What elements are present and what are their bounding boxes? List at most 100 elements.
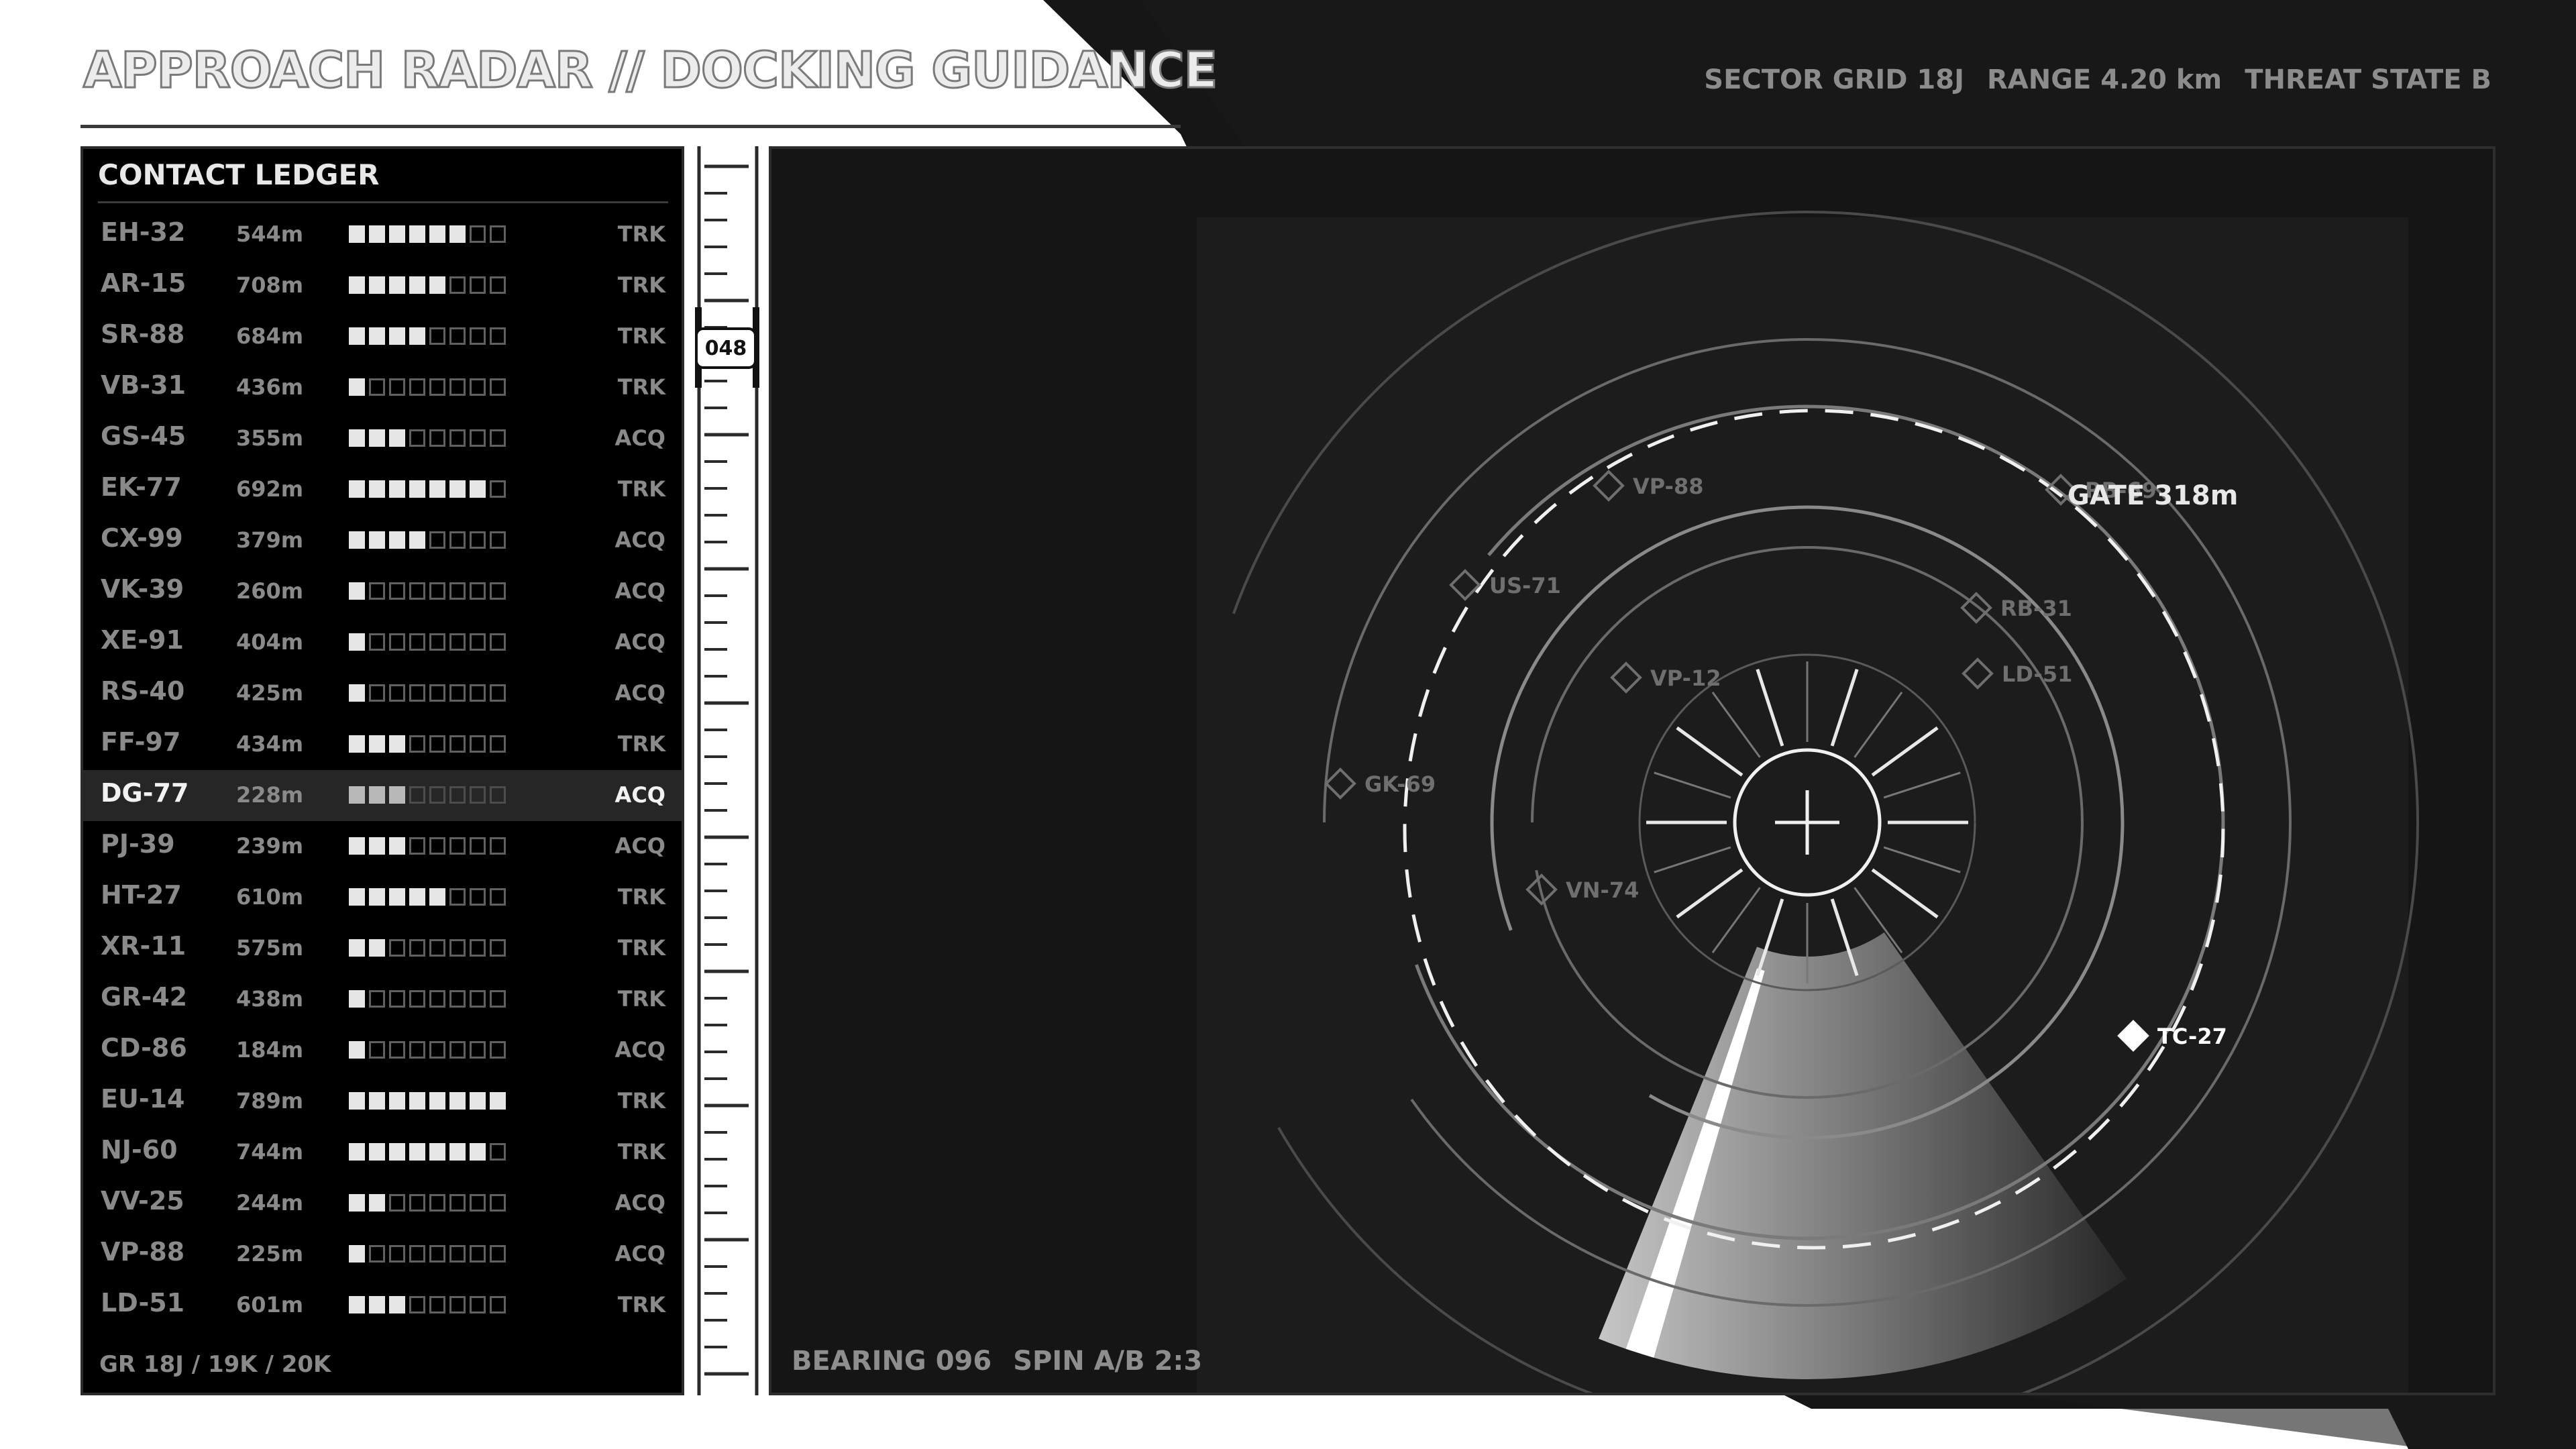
signal-cell [389, 888, 405, 906]
signal-cell [470, 837, 486, 855]
contact-row[interactable]: PJ-39 239m ACQ [83, 821, 682, 872]
contact-range: 228m [236, 782, 304, 808]
contact-row[interactable]: RS-40 425m ACQ [83, 668, 682, 719]
radar-scope[interactable]: VP-88 RB-69US-71RB-31LD-51VP-12GK-69VN-74… [771, 149, 2493, 1393]
signal-cell [470, 1245, 486, 1263]
contact-status: ACQ [614, 833, 665, 859]
ledger-divider [98, 201, 668, 203]
signal-cell [369, 225, 385, 243]
signal-cell [369, 888, 385, 906]
contact-row[interactable]: GS-45 355m ACQ [83, 413, 682, 464]
contact-range: 425m [236, 680, 304, 706]
signal-cell [429, 735, 445, 753]
signal-strength-meter [349, 429, 506, 447]
contact-list: EH-32 544m TRK AR-15 708m TRK SR-88 684m TRK VB-3… [83, 209, 682, 1331]
contact-row[interactable]: VV-25 244m ACQ [83, 1178, 682, 1229]
contact-range: 379m [236, 527, 304, 553]
signal-cell [470, 225, 486, 243]
signal-cell [389, 735, 405, 753]
ledger-footer: GR 18J / 19K / 20K [99, 1351, 331, 1378]
signal-strength-meter [349, 1296, 506, 1313]
signal-cell [389, 1194, 405, 1212]
signal-strength-meter [349, 378, 506, 396]
signal-strength-meter [349, 276, 506, 294]
signal-cell [490, 786, 506, 804]
signal-cell [490, 633, 506, 651]
contact-id: XE-91 [101, 625, 184, 655]
signal-cell [409, 429, 425, 447]
contact-row[interactable]: AR-15 708m TRK [83, 260, 682, 311]
signal-cell [470, 939, 486, 957]
signal-strength-meter [349, 786, 506, 804]
contact-range: 404m [236, 629, 304, 655]
contact-row[interactable]: NJ-60 744m TRK [83, 1127, 682, 1178]
signal-cell [429, 633, 445, 651]
signal-cell [389, 429, 405, 447]
signal-strength-meter [349, 684, 506, 702]
contact-status: TRK [617, 272, 665, 298]
contact-range: 544m [236, 221, 304, 247]
signal-cell [349, 378, 365, 396]
signal-cell [490, 378, 506, 396]
contact-row[interactable]: CD-86 184m ACQ [83, 1025, 682, 1076]
signal-strength-meter [349, 888, 506, 906]
signal-cell [490, 888, 506, 906]
signal-cell [449, 990, 466, 1008]
contact-row[interactable]: EK-77 692m TRK [83, 464, 682, 515]
signal-cell [409, 939, 425, 957]
contact-id: VB-31 [101, 370, 186, 400]
contact-row[interactable]: CX-99 379m ACQ [83, 515, 682, 566]
signal-cell [409, 225, 425, 243]
signal-cell [389, 531, 405, 549]
header-status: SECTOR GRID 18J RANGE 4.20 km THREAT STA… [1704, 64, 2491, 95]
contact-range: 708m [236, 272, 304, 298]
signal-cell [429, 327, 445, 345]
signal-cell [409, 1041, 425, 1059]
contact-row[interactable]: HT-27 610m TRK [83, 872, 682, 923]
radar-contact[interactable]: TC-27 [2117, 1020, 2227, 1052]
signal-cell [389, 990, 405, 1008]
signal-cell [429, 684, 445, 702]
signal-cell [470, 1296, 486, 1313]
contact-row[interactable]: GR-42 438m TRK [83, 974, 682, 1025]
signal-cell [490, 837, 506, 855]
signal-cell [449, 225, 466, 243]
contact-row[interactable]: VB-31 436m TRK [83, 362, 682, 413]
signal-cell [409, 888, 425, 906]
contact-row[interactable]: DG-77 228m ACQ [83, 770, 682, 821]
signal-cell [369, 429, 385, 447]
signal-cell [490, 225, 506, 243]
contact-row[interactable]: FF-97 434m TRK [83, 719, 682, 770]
signal-cell [429, 939, 445, 957]
signal-cell [409, 1245, 425, 1263]
contact-row[interactable]: VP-88 225m ACQ [83, 1229, 682, 1280]
contact-row[interactable]: VK-39 260m ACQ [83, 566, 682, 617]
signal-cell [449, 633, 466, 651]
signal-cell [349, 1194, 365, 1212]
contact-range: 438m [236, 986, 304, 1012]
contact-row[interactable]: EH-32 544m TRK [83, 209, 682, 260]
contact-row[interactable]: SR-88 684m TRK [83, 311, 682, 362]
signal-cell [409, 276, 425, 294]
contact-range: 436m [236, 374, 304, 400]
contact-row[interactable]: XE-91 404m ACQ [83, 617, 682, 668]
signal-strength-meter [349, 633, 506, 651]
signal-strength-meter [349, 225, 506, 243]
signal-cell [409, 378, 425, 396]
signal-cell [409, 531, 425, 549]
signal-cell [349, 735, 365, 753]
signal-cell [349, 939, 365, 957]
signal-cell [449, 735, 466, 753]
contact-id: EH-32 [101, 217, 186, 247]
signal-cell [389, 1296, 405, 1313]
contact-row[interactable]: XR-11 575m TRK [83, 923, 682, 974]
signal-cell [369, 1245, 385, 1263]
contact-status: ACQ [614, 527, 665, 553]
signal-cell [470, 327, 486, 345]
contact-status: ACQ [614, 629, 665, 655]
contact-status: ACQ [614, 578, 665, 604]
signal-cell [369, 990, 385, 1008]
contact-row[interactable]: LD-51 601m TRK [83, 1280, 682, 1331]
signal-cell [389, 786, 405, 804]
contact-row[interactable]: EU-14 789m TRK [83, 1076, 682, 1127]
